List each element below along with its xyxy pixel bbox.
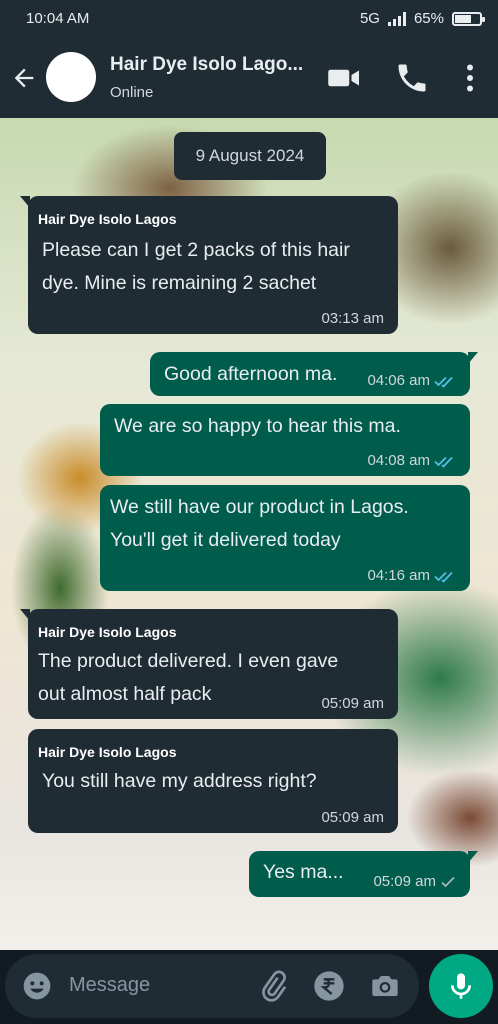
voice-message-button[interactable] [429,954,493,1018]
microphone-icon [451,973,471,999]
double-check-read-icon [434,456,453,468]
contact-name[interactable]: Hair Dye Isolo Lago... [110,54,303,76]
message-text: We are so happy to hear this ma. [114,410,460,443]
emoji-icon[interactable] [21,970,53,1002]
more-options-icon[interactable] [452,60,488,96]
message-line: Please can I get 2 packs of this hair [42,239,350,261]
message-meta: 04:06 am [367,372,456,390]
message-text: We still have our product in Lagos. You'… [110,491,460,557]
message-time: 05:09 am [321,695,384,712]
message-outgoing[interactable]: Good afternoon ma. 04:06 am [150,352,478,396]
message-meta: 04:16 am [367,567,456,585]
message-time: 05:09 am [321,809,384,826]
network-type: 5G [359,10,380,27]
video-call-icon[interactable] [326,60,362,96]
clock: 10:04 AM [26,10,90,27]
bubble-tail [20,609,30,621]
message-time: 04:06 am [367,372,430,389]
back-arrow-icon[interactable] [10,62,38,94]
message-meta: 05:09 am [373,873,456,891]
double-check-read-icon [434,376,453,388]
message-line: dye. Mine is remaining 2 sachet [42,272,317,294]
message-sender: Hair Dye Isolo Lagos [38,744,177,760]
message-line: You still have my address right? [42,770,317,792]
message-outgoing[interactable]: We are so happy to hear this ma. 04:08 a… [100,404,470,476]
message-line: The product delivered. I even gave [38,650,339,672]
message-input[interactable]: Message [69,974,150,997]
message-incoming[interactable]: Hair Dye Isolo Lagos You still have my a… [28,729,398,833]
message-composer[interactable]: Message [5,954,419,1018]
message-outgoing[interactable]: We still have our product in Lagos. You'… [100,485,470,591]
message-sender: Hair Dye Isolo Lagos [38,211,177,227]
battery-percent: 65% [413,10,444,27]
contact-status: Online [110,84,154,101]
message-incoming[interactable]: Hair Dye Isolo Lagos The product deliver… [20,609,398,719]
message-line: You'll get it delivered today [110,529,341,551]
message-meta: 04:08 am [367,452,456,470]
bubble-tail [20,196,30,208]
message-text: You still have my address right? [42,765,388,798]
payment-rupee-icon[interactable] [313,970,345,1002]
message-text: Please can I get 2 packs of this hair dy… [42,234,388,300]
single-check-icon [441,876,455,888]
battery-icon [452,11,485,26]
message-line: We are so happy to hear this ma. [114,415,401,437]
message-time: 05:09 am [373,873,436,890]
attach-icon[interactable] [257,970,289,1002]
message-meta: 03:13 am [321,310,384,328]
message-time: 03:13 am [321,310,384,327]
status-icons: 5G 65% [359,10,485,27]
status-bar: 10:04 AM 5G 65% [0,0,498,38]
chat-area[interactable]: 9 August 2024 Hair Dye Isolo Lagos Pleas… [0,118,498,950]
message-incoming[interactable]: Hair Dye Isolo Lagos Please can I get 2 … [20,196,398,334]
message-meta: 05:09 am [321,809,384,827]
message-line: We still have our product in Lagos. [110,496,409,518]
double-check-read-icon [434,571,453,583]
camera-icon[interactable] [369,970,401,1002]
message-time: 04:08 am [367,452,430,469]
bubble-tail [468,352,478,364]
message-outgoing[interactable]: Yes ma... 05:09 am [249,851,478,897]
contact-avatar[interactable] [46,52,96,102]
bubble-tail [468,851,478,863]
message-time: 04:16 am [367,567,430,584]
date-divider: 9 August 2024 [174,132,326,180]
signal-icon [387,11,406,26]
voice-call-icon[interactable] [394,60,430,96]
message-sender: Hair Dye Isolo Lagos [38,624,177,640]
chat-header: Hair Dye Isolo Lago... Online [0,38,498,118]
message-meta: 05:09 am [321,695,384,713]
